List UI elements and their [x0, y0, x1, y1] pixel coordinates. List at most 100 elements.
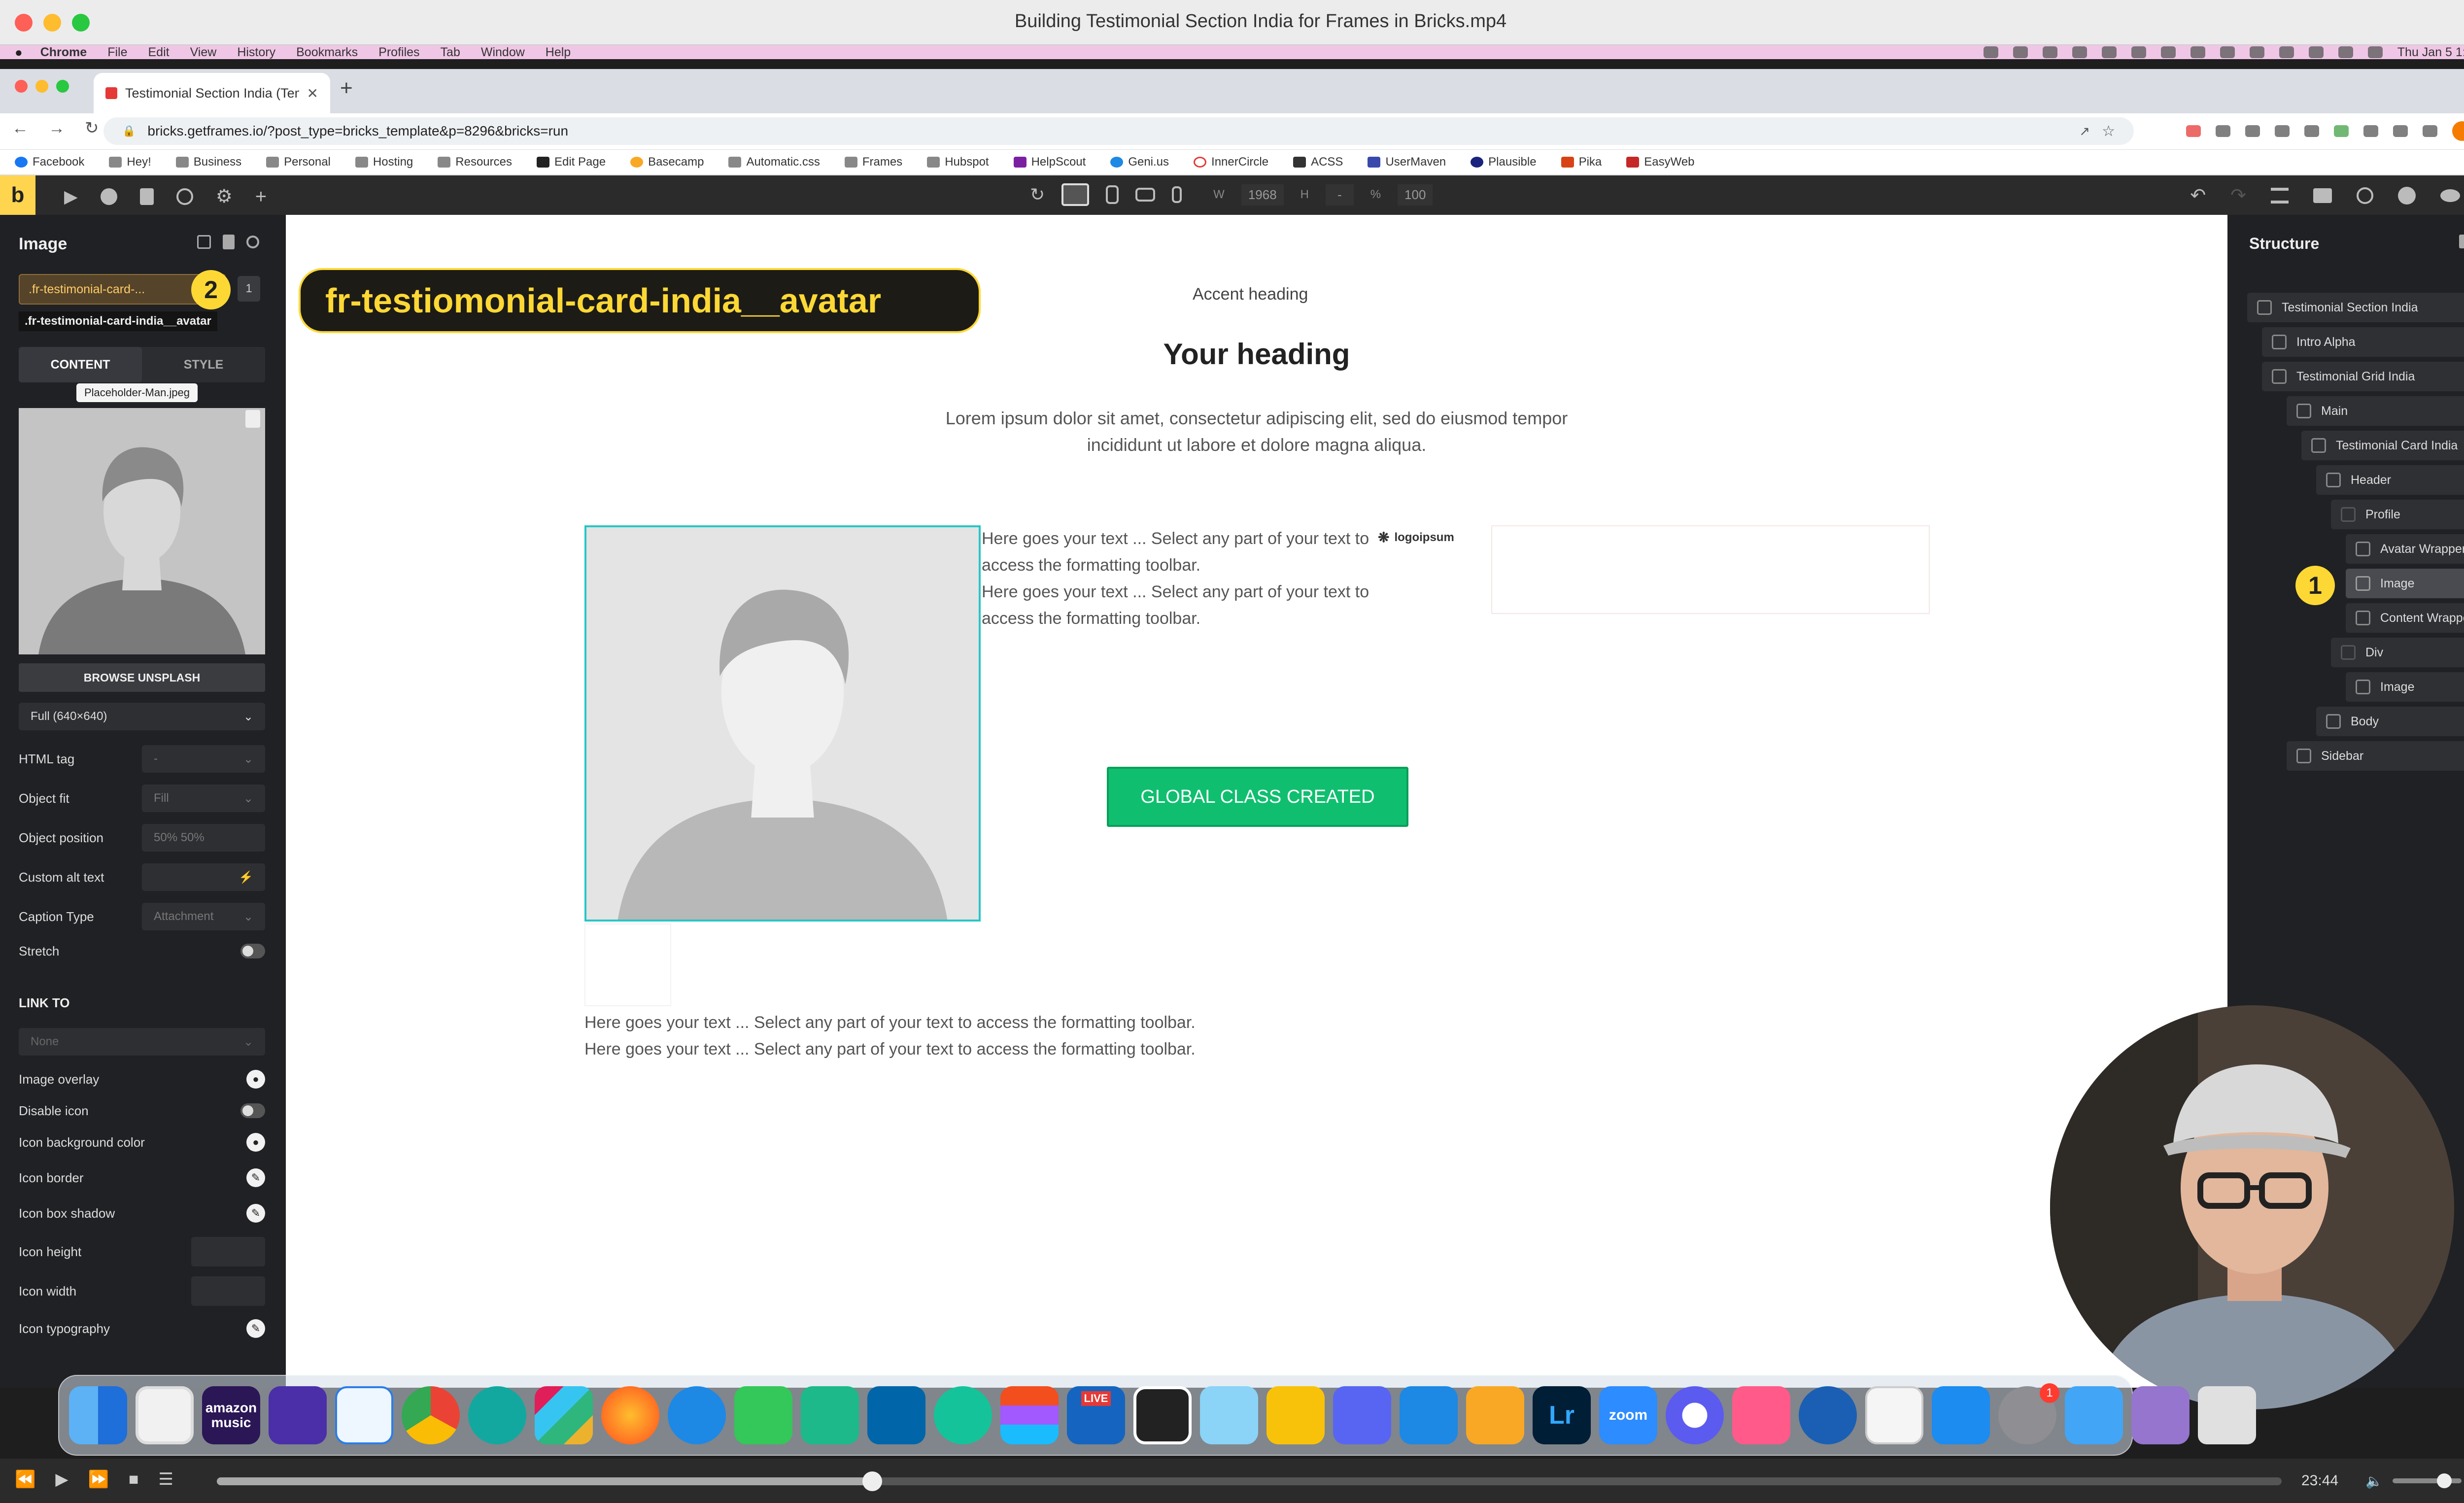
html-tag-select[interactable]: - ⌄ [142, 745, 265, 773]
tray-icon[interactable] [2249, 46, 2264, 58]
image-preview[interactable] [19, 408, 265, 654]
pages-icon[interactable] [139, 188, 154, 205]
folder-icon[interactable] [2313, 188, 2332, 203]
forward-icon[interactable]: → [48, 119, 65, 138]
menu-edit[interactable]: Edit [148, 45, 169, 60]
menu-window[interactable]: Window [481, 45, 525, 60]
plus-icon[interactable]: + [255, 187, 267, 206]
apple-icon[interactable]: ● [15, 45, 23, 60]
browse-unsplash-button[interactable]: BROWSE UNSPLASH [19, 663, 265, 692]
disable-icon-toggle[interactable] [240, 1103, 265, 1118]
bookmark-item[interactable]: HelpScout [1013, 155, 1086, 169]
bookmark-item[interactable]: UserMaven [1368, 155, 1446, 169]
screenshot-tool-icon[interactable] [1200, 1386, 1258, 1444]
share-icon[interactable]: ↗ [2079, 124, 2090, 139]
desktop-breakpoint-icon[interactable] [1061, 183, 1090, 206]
volume-slider[interactable] [2392, 1473, 2462, 1488]
tab-style[interactable]: STYLE [142, 347, 265, 382]
body-text-line[interactable]: Here goes your text ... Select any part … [584, 1009, 1324, 1036]
section-heading[interactable]: Your heading [286, 337, 2227, 371]
puzzle-icon[interactable] [2393, 125, 2408, 137]
delete-icon[interactable] [223, 235, 235, 249]
structure-item[interactable]: Main [2287, 396, 2464, 426]
live-streaming-icon[interactable]: LIVE [1067, 1386, 1125, 1444]
browser-zoom-button[interactable] [56, 80, 69, 93]
section-intro-text[interactable]: Lorem ipsum dolor sit amet, consectetur … [926, 405, 1587, 458]
amazon-music-icon[interactable]: amazon music [202, 1386, 260, 1444]
lock-icon[interactable]: 🔒 [122, 125, 136, 137]
sketch-icon[interactable] [1865, 1386, 1923, 1444]
extension-icon[interactable] [2186, 125, 2201, 137]
extension-icon[interactable] [2275, 125, 2290, 137]
messages-icon[interactable] [734, 1386, 792, 1444]
figma-icon[interactable] [1000, 1386, 1059, 1444]
edit-pencil-icon[interactable]: ✎ [246, 1168, 265, 1187]
structure-item[interactable]: Testimonial Grid India [2262, 362, 2464, 391]
menu-tab[interactable]: Tab [441, 45, 460, 60]
icon-height-input[interactable] [191, 1237, 265, 1266]
edit-pencil-icon[interactable]: ✎ [246, 1319, 265, 1338]
bookmark-item[interactable]: Geni.us [1110, 155, 1169, 169]
new-tab-icon[interactable]: + [340, 76, 353, 101]
bricks-logo[interactable]: b [0, 175, 35, 215]
add-element-icon[interactable]: ▶ [64, 186, 78, 207]
accent-heading[interactable]: Accent heading [1193, 285, 1308, 304]
volume-low-icon[interactable]: 🔈 [2365, 1473, 2383, 1489]
bookmark-item[interactable]: InnerCircle [1194, 155, 1268, 169]
finder-icon[interactable] [69, 1386, 127, 1444]
power-icon[interactable] [2357, 187, 2373, 204]
url-text[interactable]: bricks.getframes.io/?post_type=bricks_te… [147, 123, 2067, 139]
menu-chrome[interactable]: Chrome [40, 45, 87, 60]
structure-item[interactable]: Div [2331, 638, 2464, 667]
tray-icon[interactable] [2101, 46, 2117, 58]
class-dropdown-item[interactable]: .fr-testimonial-card-india__avatar [19, 311, 217, 331]
final-cut-icon[interactable] [1133, 1386, 1192, 1444]
bookmark-folder[interactable]: Hubspot [927, 155, 989, 169]
zoom-icon[interactable]: zoom [1599, 1386, 1657, 1444]
color-drop-icon[interactable]: ● [246, 1070, 265, 1089]
card-text-line[interactable]: Here goes your text ... Select any part … [982, 579, 1376, 632]
1password-icon[interactable] [1799, 1386, 1857, 1444]
menu-file[interactable]: File [107, 45, 127, 60]
testimonial-avatar-image[interactable] [584, 525, 981, 922]
tray-icon[interactable] [2131, 46, 2146, 58]
structure-item[interactable]: Profile [2331, 500, 2464, 529]
reload-icon[interactable]: ↻ [85, 118, 99, 138]
mobile-icon[interactable] [1172, 186, 1182, 203]
edit-pencil-icon[interactable]: ✎ [246, 1204, 265, 1223]
bookmark-item[interactable]: Hey! [109, 155, 151, 169]
browser-close-button[interactable] [15, 80, 28, 93]
bookmark-folder[interactable]: Frames [844, 155, 902, 169]
bookmark-folder[interactable]: Hosting [355, 155, 413, 169]
safari-icon[interactable] [668, 1386, 726, 1444]
back-icon[interactable]: ← [12, 119, 29, 138]
height-input[interactable]: - [1326, 184, 1354, 205]
delete-icon[interactable] [2459, 235, 2464, 248]
card-text-block[interactable]: Here goes your text ... Select any part … [982, 525, 1376, 632]
structure-item[interactable]: Intro Alpha [2262, 327, 2464, 357]
color-drop-icon[interactable]: ● [246, 1133, 265, 1152]
extension-icon[interactable] [2216, 125, 2230, 137]
scrubber-handle[interactable] [862, 1471, 882, 1491]
screen-share-icon[interactable] [2065, 1386, 2123, 1444]
structure-item[interactable]: Content Wrappe [2346, 603, 2464, 633]
launchpad-icon[interactable] [136, 1386, 194, 1444]
cleanmymac-icon[interactable] [1732, 1386, 1790, 1444]
tray-icon[interactable] [2190, 46, 2205, 58]
bookmark-item[interactable]: Plausible [1471, 155, 1537, 169]
dynamic-data-bolt-icon[interactable]: ⚡ [239, 870, 253, 885]
bookmark-item[interactable]: EasyWeb [1626, 155, 1695, 169]
volume-handle[interactable] [2436, 1473, 2452, 1488]
bookmark-folder[interactable]: Resources [438, 155, 512, 169]
bookmark-item[interactable]: Basecamp [630, 155, 704, 169]
pages-icon[interactable] [1466, 1386, 1524, 1444]
extension-icon[interactable] [2363, 125, 2378, 137]
bookmark-item[interactable]: Edit Page [536, 155, 606, 169]
vscode-icon[interactable] [867, 1386, 925, 1444]
scrubber-track[interactable] [217, 1471, 2282, 1491]
redo-icon[interactable]: ↷ [2230, 184, 2246, 206]
tray-icon[interactable] [2013, 46, 2028, 58]
bookmark-item[interactable]: Facebook [15, 155, 84, 169]
tablet-portrait-icon[interactable] [1135, 188, 1156, 202]
structure-item[interactable]: Body [2316, 707, 2464, 736]
